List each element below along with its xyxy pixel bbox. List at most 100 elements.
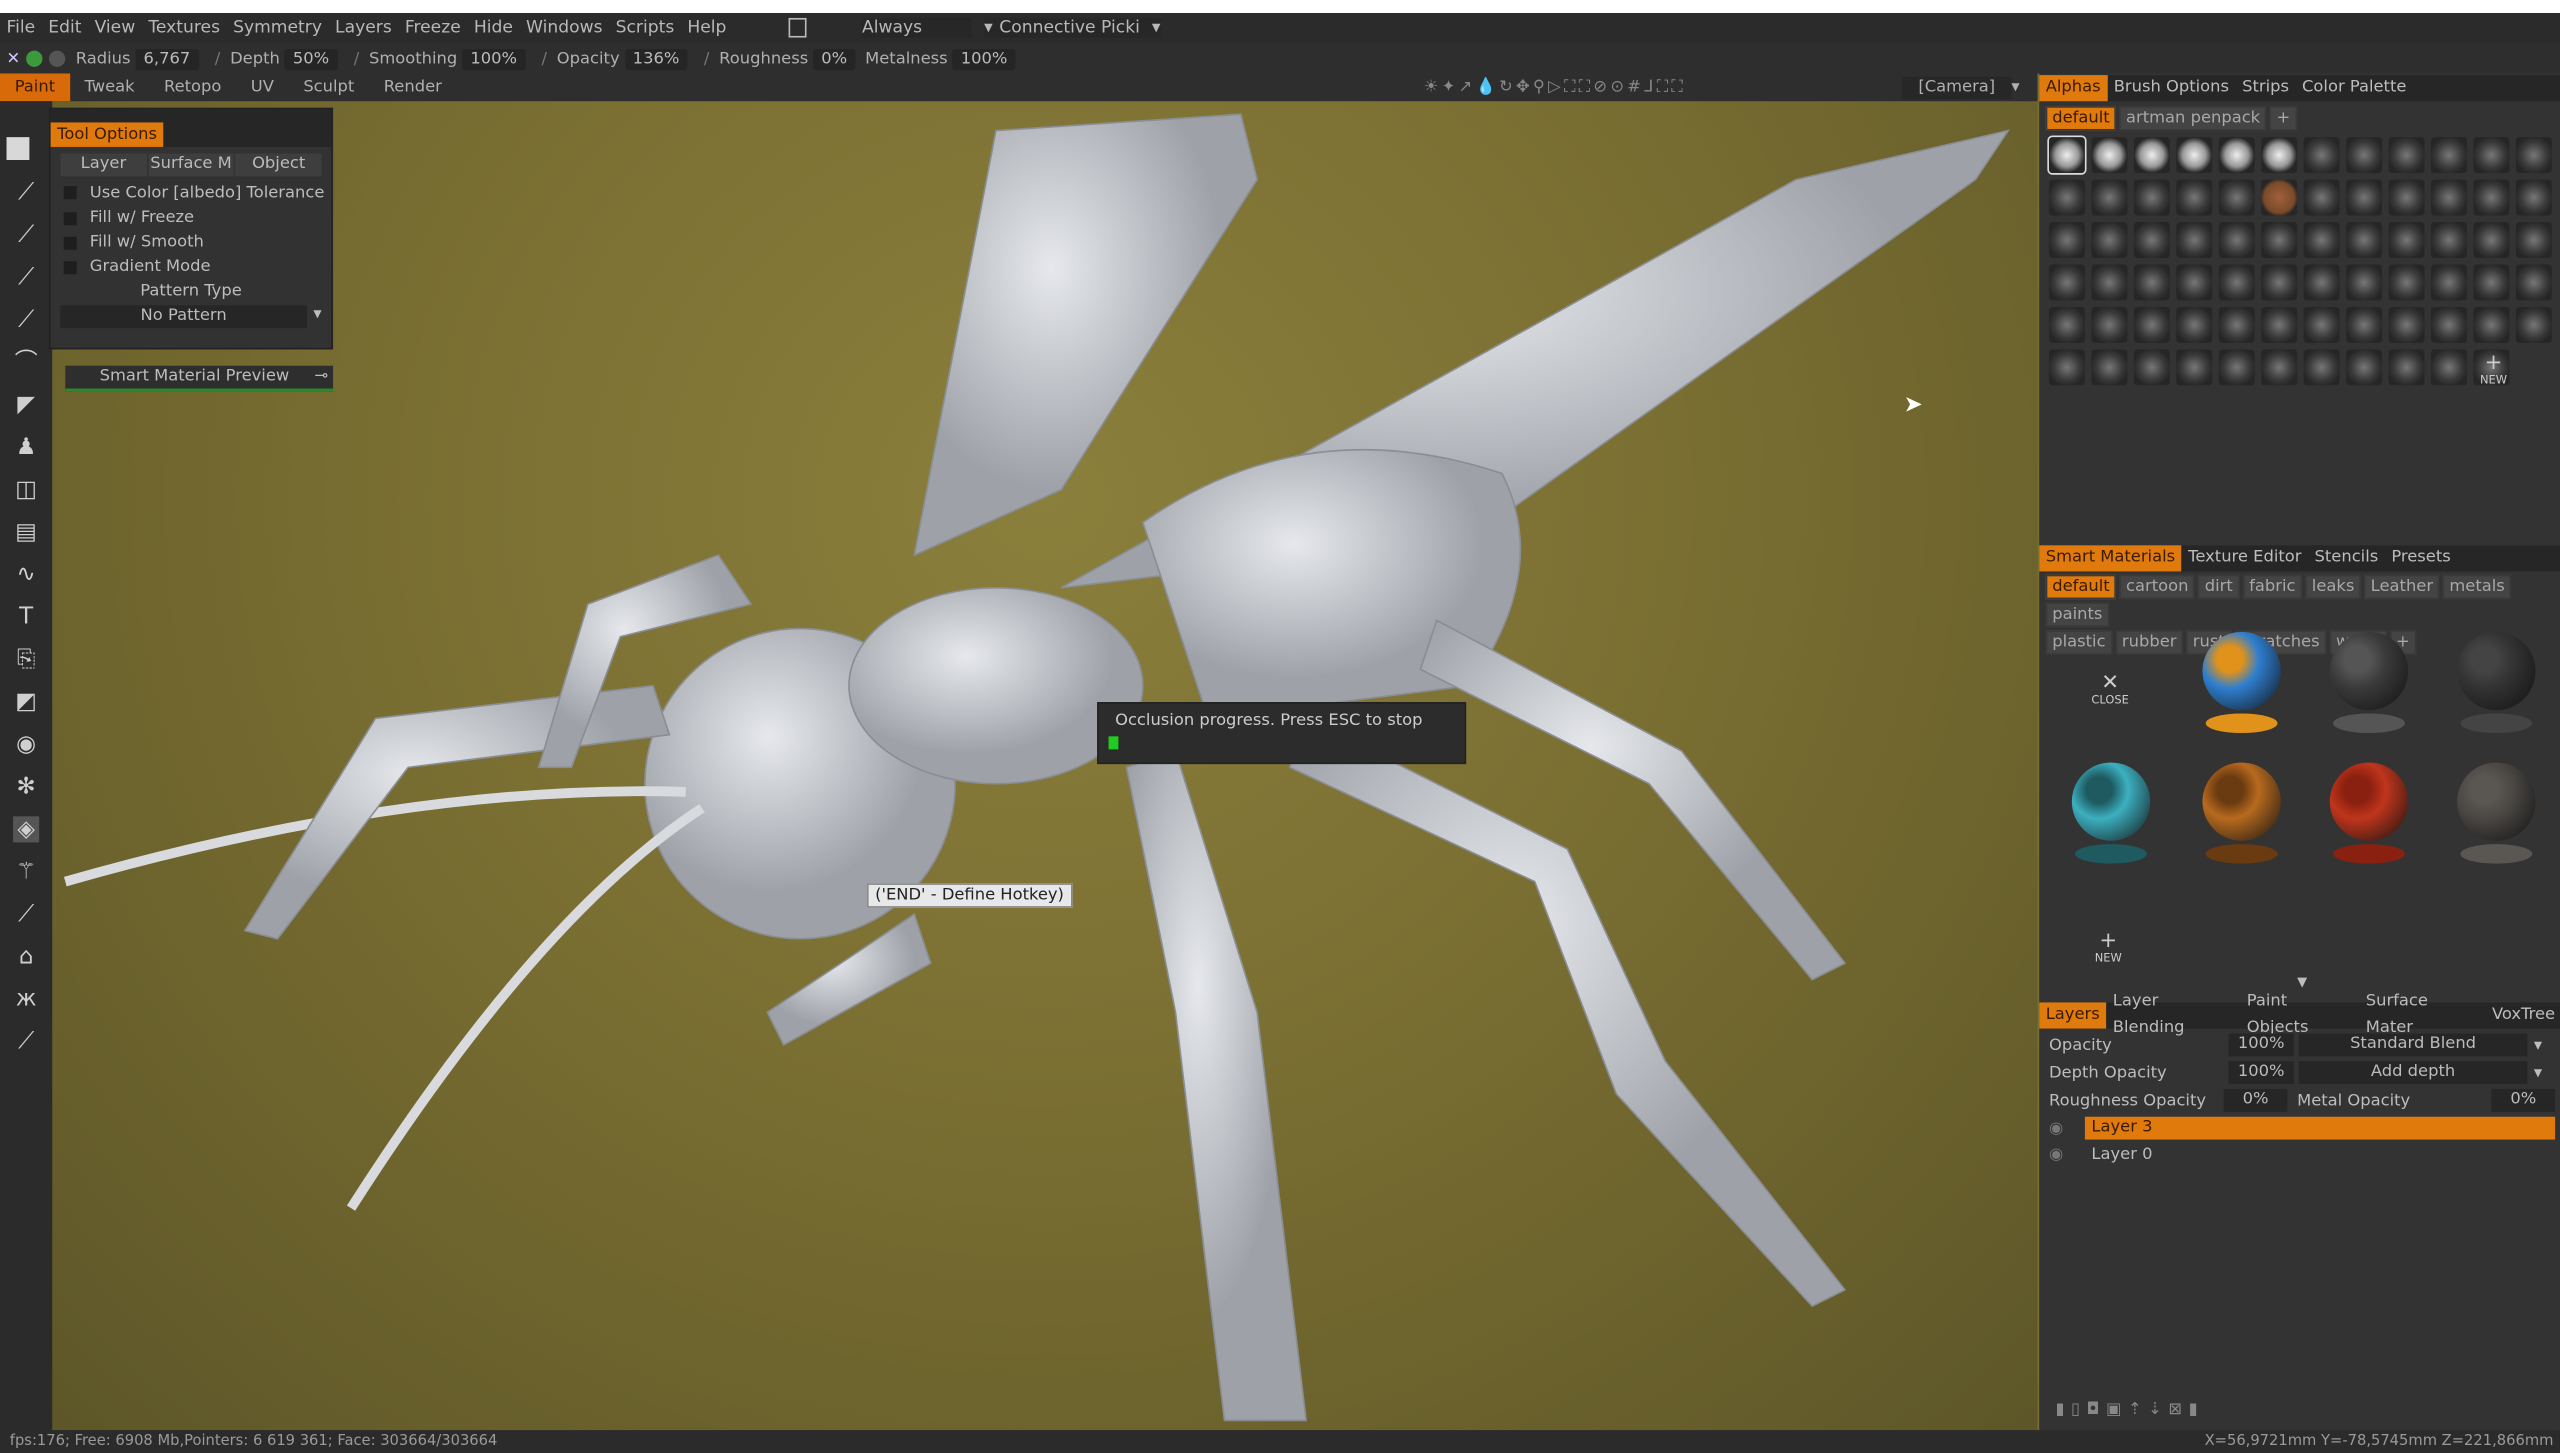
alpha-thumb[interactable] (2218, 306, 2255, 343)
metalness-label[interactable]: Metalness (865, 50, 947, 68)
snowflake-icon[interactable]: ✻ (13, 774, 39, 800)
alpha-thumb[interactable] (2261, 264, 2298, 301)
alpha-thumb[interactable] (2431, 222, 2467, 258)
radius-field[interactable]: 6,767 (135, 48, 199, 70)
tag-leaks[interactable]: leaks (2305, 574, 2361, 600)
roughness-field[interactable]: 0% (813, 48, 856, 70)
tab-smart-materials[interactable]: Smart Materials (2039, 545, 2182, 572)
menu-windows[interactable]: Windows (526, 18, 603, 38)
alpha-thumb[interactable] (2261, 222, 2298, 258)
gray-sphere-icon[interactable] (49, 50, 66, 67)
material-sphere[interactable] (2196, 631, 2287, 746)
tag-paints[interactable]: paints (2045, 602, 2109, 627)
alpha-thumb[interactable] (2303, 349, 2340, 386)
layer-item[interactable]: ◉ Layer 0 (2049, 1141, 2555, 1167)
viewport[interactable]: Occlusion progress. Press ESC to stop ('… (52, 101, 2038, 1431)
alpha-thumb[interactable] (2176, 179, 2213, 216)
tag-rubber[interactable]: rubber (2115, 630, 2184, 655)
new-material-button[interactable]: + NEW (2095, 931, 2122, 965)
material-sphere[interactable] (2196, 762, 2287, 876)
bucket-icon[interactable]: ◤ (13, 392, 39, 418)
chevron-down-icon[interactable]: ▾ (2534, 1064, 2542, 1082)
alpha-thumb[interactable] (2303, 222, 2340, 258)
pen-icon[interactable]: / (542, 50, 548, 68)
alpha-thumb[interactable] (2346, 264, 2383, 301)
tab-voxtree[interactable]: VoxTree (2485, 1002, 2560, 1028)
smudge-icon[interactable]: ⌒ (13, 349, 39, 375)
option-fill-smooth[interactable]: Fill w/ Smooth (51, 230, 332, 254)
option-use-color[interactable]: Use Color [albedo] Tolerance (51, 180, 332, 206)
smoothing-field[interactable]: 100% (462, 48, 526, 70)
opacity-field[interactable]: 100% (2228, 1033, 2294, 1057)
tab-paint[interactable]: Paint (0, 73, 70, 102)
fill-tool-icon[interactable]: ◈ (13, 816, 40, 843)
alpha-thumb[interactable] (2261, 179, 2298, 216)
alpha-thumb[interactable] (2218, 137, 2255, 174)
tab-stencils[interactable]: Stencils (2308, 545, 2385, 571)
alpha-thumb[interactable] (2047, 135, 2087, 175)
butterfly-icon[interactable]: ж (13, 986, 39, 1012)
layer-actions[interactable]: ▮▯◘▣⇡⇣⊠▮ (2056, 1401, 2205, 1419)
alpha-thumb[interactable] (2176, 222, 2213, 258)
alpha-set-default[interactable]: default (2045, 106, 2117, 131)
alpha-thumb[interactable] (2515, 222, 2552, 258)
smoothing-label[interactable]: Smoothing (369, 50, 457, 68)
tab-texture-editor[interactable]: Texture Editor (2182, 545, 2308, 571)
alpha-thumb[interactable] (2218, 349, 2255, 386)
alpha-thumb[interactable] (2218, 179, 2255, 216)
alpha-thumb[interactable] (2515, 137, 2552, 174)
text-edit-icon[interactable]: ⎘ (13, 647, 39, 673)
alpha-thumb[interactable] (2346, 137, 2383, 174)
tab-presets[interactable]: Presets (2385, 545, 2457, 571)
scroll-down-icon[interactable]: ▼ (2297, 975, 2307, 990)
alpha-thumb[interactable] (2218, 264, 2255, 301)
depth-label[interactable]: Depth (230, 50, 280, 68)
picking-dropdown[interactable]: ▾ Connective Picki ▾ (984, 17, 1161, 38)
tag-fabric[interactable]: fabric (2242, 574, 2303, 600)
alpha-thumb[interactable] (2303, 137, 2340, 174)
menu-textures[interactable]: Textures (148, 18, 220, 38)
curve-icon[interactable]: ∿ (13, 562, 39, 588)
tab-uv[interactable]: UV (236, 73, 289, 101)
opacity-label[interactable]: Opacity (2049, 1036, 2229, 1054)
eraser-icon[interactable]: ◩ (13, 689, 39, 715)
layer-item[interactable]: ◉ Layer 3 (2049, 1115, 2556, 1141)
viewport-icons[interactable]: ☀✦↗💧↻✥⚲▷⛶⛶⊘⊙#⅃⛶⛶ (1424, 73, 1686, 101)
alpha-thumb[interactable] (2388, 264, 2425, 301)
menu-edit[interactable]: Edit (48, 18, 81, 38)
depth-field[interactable]: 50% (284, 48, 338, 70)
alpha-thumb[interactable] (2261, 306, 2298, 343)
alpha-thumb[interactable] (2261, 137, 2298, 174)
menu-layers[interactable]: Layers (335, 18, 392, 38)
alpha-thumb[interactable] (2218, 222, 2255, 258)
metal-opacity-label[interactable]: Metal Opacity (2297, 1091, 2472, 1109)
pen-icon[interactable]: / (215, 50, 221, 68)
menu-symmetry[interactable]: Symmetry (233, 18, 322, 38)
alpha-thumb[interactable] (2091, 306, 2128, 343)
tab-tweak[interactable]: Tweak (70, 73, 150, 101)
depth-opacity-label[interactable]: Depth Opacity (2049, 1064, 2229, 1082)
pin-icon[interactable]: ⊸ (314, 366, 328, 389)
tag-default[interactable]: default (2045, 574, 2117, 600)
pipette-icon[interactable]: ⟋ (13, 901, 39, 927)
alpha-set-artman[interactable]: artman penpack (2119, 106, 2267, 131)
tab-sculpt[interactable]: Sculpt (289, 73, 369, 101)
material-sphere[interactable] (2451, 762, 2542, 876)
new-alpha-button[interactable]: + NEW (2480, 353, 2507, 387)
metal-opacity-field[interactable]: 0% (2491, 1088, 2556, 1112)
eye-icon[interactable]: ◉ (13, 731, 39, 757)
alpha-thumb[interactable] (2091, 222, 2128, 258)
alpha-thumb[interactable] (2176, 264, 2213, 301)
alpha-thumb[interactable] (2133, 179, 2170, 216)
roughness-label[interactable]: Roughness (719, 50, 808, 68)
alpha-thumb[interactable] (2048, 349, 2085, 386)
alpha-thumb[interactable] (2431, 264, 2467, 301)
alpha-thumb[interactable] (2091, 349, 2128, 386)
always-dropdown[interactable]: Always (861, 17, 972, 38)
menu-file[interactable]: File (7, 18, 36, 38)
alpha-thumb[interactable] (2133, 264, 2170, 301)
tag-plastic[interactable]: plastic (2045, 630, 2113, 655)
alpha-thumb[interactable] (2346, 349, 2383, 386)
alpha-thumb[interactable] (2473, 306, 2510, 343)
material-sphere[interactable] (2451, 631, 2542, 746)
